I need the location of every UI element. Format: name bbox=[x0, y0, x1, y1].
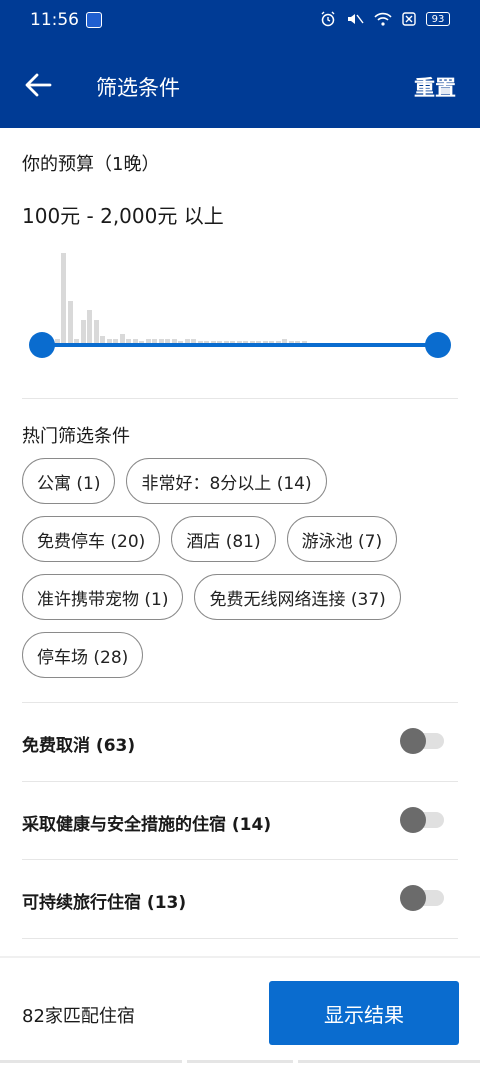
toggle-label: 采取健康与安全措施的住宿 (14) bbox=[22, 815, 272, 835]
toggle-label: 免费取消 (63) bbox=[22, 736, 136, 756]
nav-segment bbox=[298, 1060, 480, 1063]
histogram-bar bbox=[87, 310, 92, 344]
toggle-row-free-cancellation: 免费取消 (63) bbox=[22, 703, 458, 781]
alarm-icon bbox=[321, 11, 335, 27]
arrow-left-icon bbox=[25, 73, 52, 97]
back-button[interactable] bbox=[24, 72, 52, 98]
price-slider-max-handle[interactable] bbox=[425, 332, 451, 358]
filter-chip-free-parking[interactable]: 免费停车 (20) bbox=[22, 516, 161, 562]
toggle-knob bbox=[400, 885, 426, 911]
toggle-row-health-safety: 采取健康与安全措施的住宿 (14) bbox=[22, 782, 458, 860]
toggle-label: 可持续旅行住宿 (13) bbox=[22, 893, 187, 913]
filter-chip-apartment[interactable]: 公寓 (1) bbox=[22, 458, 116, 504]
divider bbox=[22, 938, 458, 939]
divider bbox=[22, 398, 458, 399]
app-notification-icon bbox=[86, 12, 102, 28]
histogram-bar bbox=[67, 300, 73, 344]
price-slider-min-handle[interactable] bbox=[29, 332, 55, 358]
match-count: 82家匹配住宿 bbox=[22, 1006, 135, 1027]
hot-filters-title: 热门筛选条件 bbox=[22, 426, 130, 447]
toggle-knob bbox=[400, 728, 426, 754]
footer-divider bbox=[0, 956, 480, 958]
budget-title: 你的预算（1晚） bbox=[22, 154, 160, 175]
histogram-bar bbox=[61, 252, 66, 344]
toggle-knob bbox=[400, 807, 426, 833]
nav-bar bbox=[0, 1060, 480, 1066]
histogram-bar bbox=[93, 320, 99, 344]
filter-chip-hotel[interactable]: 酒店 (81) bbox=[171, 516, 276, 562]
status-time: 11:56 bbox=[30, 10, 79, 30]
free-cancellation-toggle[interactable] bbox=[400, 728, 444, 754]
histogram-bar bbox=[80, 320, 86, 344]
mute-icon bbox=[348, 14, 364, 24]
show-results-button[interactable]: 显示结果 bbox=[269, 981, 459, 1045]
page-title: 筛选条件 bbox=[96, 76, 180, 100]
status-bar: 11:56 93 bbox=[0, 0, 480, 40]
nav-segment bbox=[187, 1060, 293, 1063]
filter-chip-pool[interactable]: 游泳池 (7) bbox=[286, 516, 398, 562]
price-slider-track[interactable] bbox=[42, 343, 438, 347]
status-icons: 93 bbox=[320, 11, 450, 27]
health-safety-toggle[interactable] bbox=[400, 807, 444, 833]
hot-filters-chips: 公寓 (1) 非常好：8分以上 (14) 免费停车 (20) 酒店 (81) 游… bbox=[22, 458, 462, 678]
toggle-row-sustainable: 可持续旅行住宿 (13) bbox=[22, 860, 458, 938]
filter-chip-free-wifi[interactable]: 免费无线网络连接 (37) bbox=[194, 574, 401, 620]
battery-icon: 93 bbox=[426, 12, 450, 26]
nav-segment bbox=[0, 1060, 182, 1063]
sustainable-toggle[interactable] bbox=[400, 885, 444, 911]
sim-icon bbox=[402, 12, 416, 26]
filter-chip-very-good[interactable]: 非常好：8分以上 (14) bbox=[126, 458, 327, 504]
wifi-icon bbox=[374, 12, 392, 26]
price-histogram bbox=[22, 240, 458, 344]
toolbar: 筛选条件 重置 bbox=[0, 40, 480, 128]
budget-range: 100元 - 2,000元 以上 bbox=[22, 204, 224, 228]
filter-chip-parking[interactable]: 停车场 (28) bbox=[22, 632, 144, 678]
reset-button[interactable]: 重置 bbox=[414, 72, 456, 102]
filter-chip-pets[interactable]: 准许携带宠物 (1) bbox=[22, 574, 184, 620]
